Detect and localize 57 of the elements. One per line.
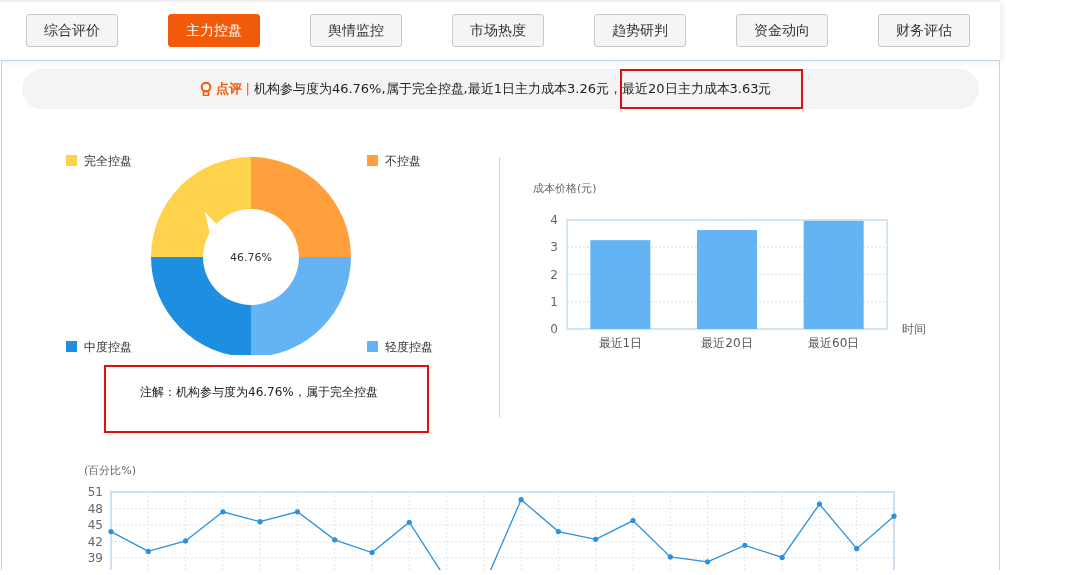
data-point	[294, 509, 301, 515]
data-point	[704, 559, 711, 565]
tab[interactable]: 资金动向	[736, 14, 828, 47]
y-tick-label: 42	[87, 534, 103, 549]
center-label: 46.76%	[230, 251, 272, 264]
highlighted-comment-text: 最近20日主力成本3.63元	[621, 71, 802, 107]
x-tick-label: 最近1日	[598, 336, 643, 350]
legend-swatch	[66, 155, 77, 166]
note-text: 注解：机构参与度为46.76%，属于完全控盘	[104, 365, 429, 433]
legend-swatch	[367, 155, 378, 166]
data-point	[593, 536, 599, 542]
data-point	[369, 549, 375, 556]
y-tick-label: 1	[550, 294, 558, 309]
legend-swatch	[66, 341, 77, 352]
data-point	[854, 546, 860, 552]
data-point	[332, 537, 338, 543]
axis-title: 成本价格(元)	[533, 182, 597, 195]
axis-title: (百分比%)	[84, 464, 137, 477]
legend-label: 完全控盘	[84, 154, 132, 168]
legend-label: 中度控盘	[84, 340, 132, 354]
y-tick-label: 51	[87, 485, 103, 499]
y-tick-label: 4	[550, 213, 558, 227]
y-tick-label: 0	[550, 322, 558, 336]
y-tick-label: 48	[87, 501, 103, 516]
data-point	[779, 554, 785, 561]
data-point	[742, 542, 748, 548]
data-point	[406, 519, 412, 525]
y-tick-label: 2	[550, 267, 558, 282]
separator: |	[245, 80, 250, 99]
x-tick-label: 最近60日	[808, 336, 860, 350]
tab[interactable]: 市场热度	[452, 14, 544, 47]
data-point	[518, 497, 524, 503]
data-point	[816, 501, 823, 507]
data-point	[220, 509, 226, 515]
data-point	[257, 519, 263, 525]
data-point	[891, 513, 897, 519]
comment-text: 机构参与度为46.76%,属于完全控盘,最近1日主力成本3.26元，	[253, 80, 622, 99]
data-point	[182, 538, 189, 544]
axis-title: 时间	[902, 322, 926, 336]
data-point	[555, 529, 562, 535]
tab[interactable]: 财务评估	[878, 14, 970, 47]
legend-label: 不控盘	[385, 154, 421, 168]
x-tick-label: 最近20日	[701, 336, 753, 350]
lightbulb-icon	[199, 82, 212, 96]
data-point	[108, 529, 114, 535]
legend-label: 轻度控盘	[385, 340, 433, 354]
tab[interactable]: 综合评价	[26, 14, 118, 47]
legend-swatch	[367, 341, 378, 352]
y-tick-label: 3	[550, 240, 558, 255]
tab[interactable]: 趋势研判	[594, 14, 686, 47]
data-point	[145, 548, 151, 554]
data-point	[667, 554, 673, 560]
y-tick-label: 45	[87, 518, 103, 532]
comment-title: 点评	[215, 80, 242, 99]
tab[interactable]: 舆情监控	[310, 14, 402, 47]
data-point	[630, 518, 636, 524]
y-tick-label: 39	[87, 551, 103, 565]
